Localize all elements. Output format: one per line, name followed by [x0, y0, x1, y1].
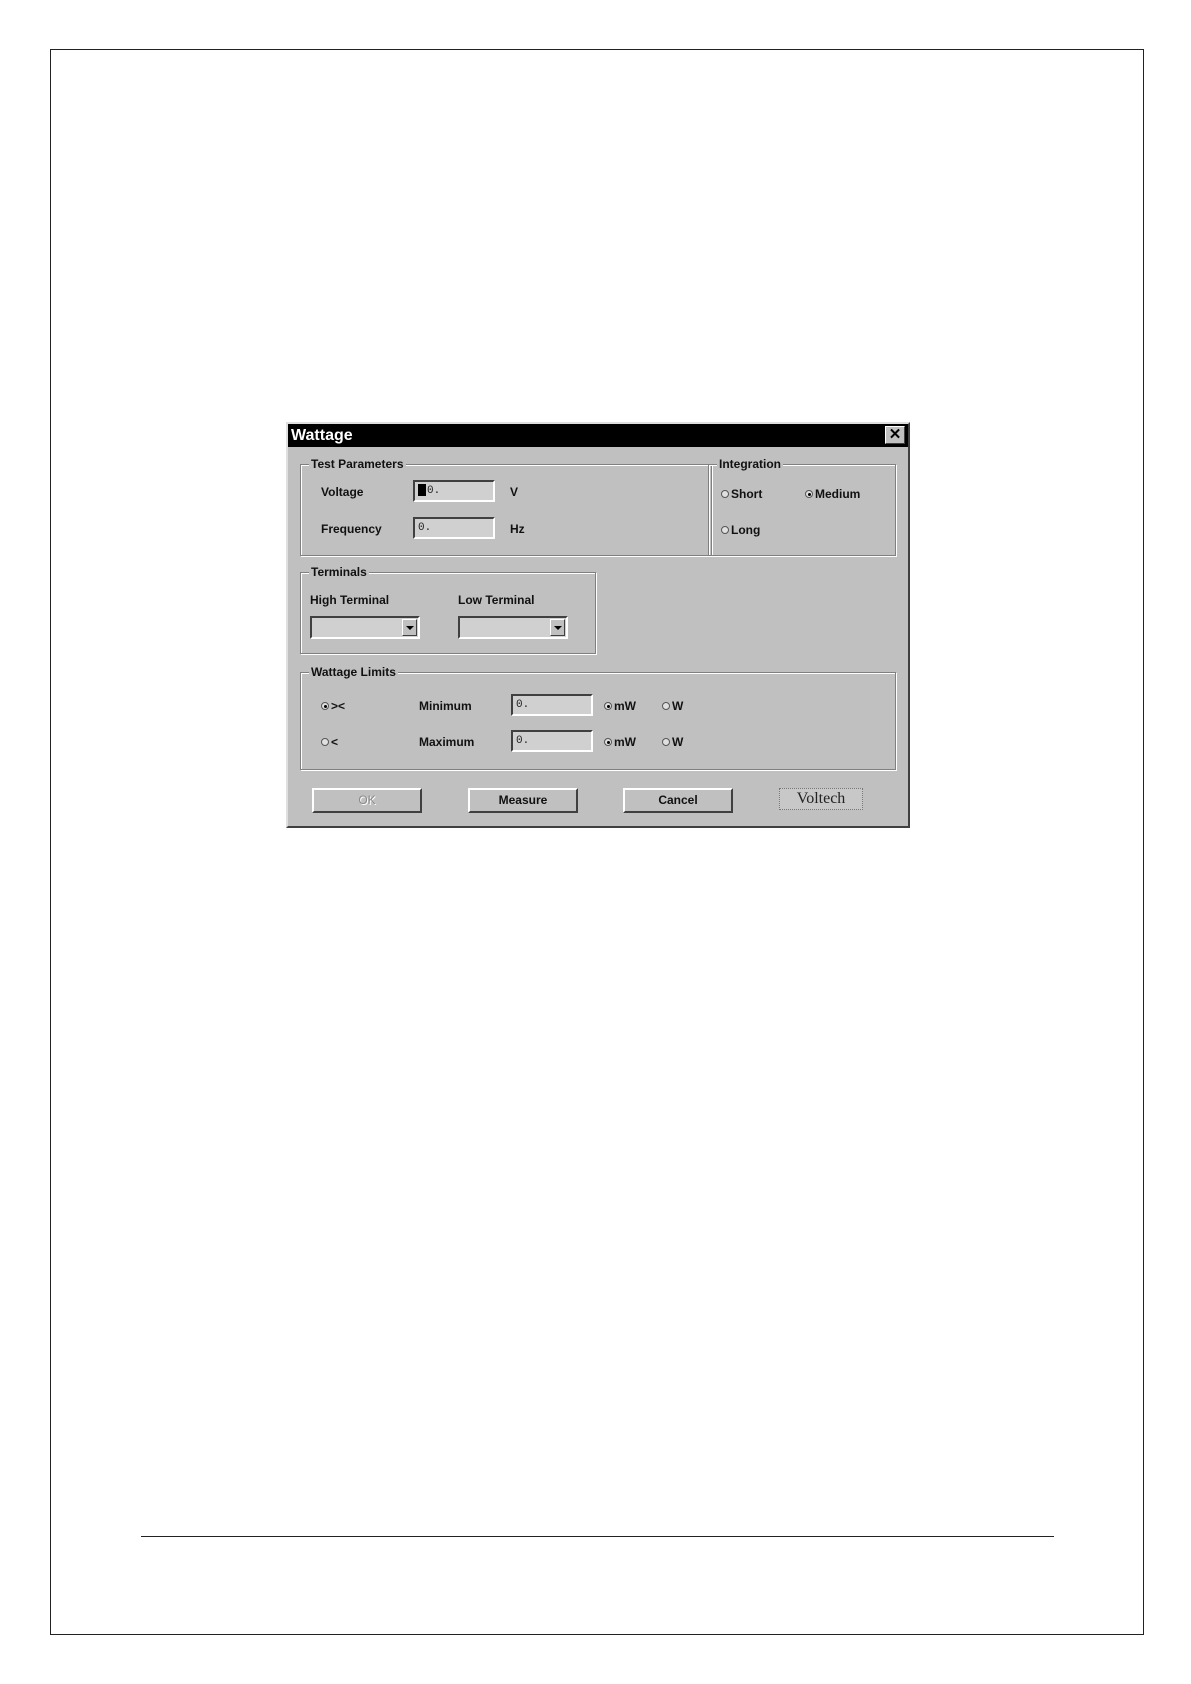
voltage-unit: V: [510, 485, 519, 499]
test-parameters-group: Test Parameters Voltage 0. V Frequency 0…: [300, 457, 712, 556]
close-icon: ✕: [888, 426, 902, 443]
maximum-unit-w-radio[interactable]: W: [662, 735, 683, 749]
integration-long-radio[interactable]: Long: [721, 523, 760, 537]
radio-selected-icon: [604, 738, 612, 746]
minimum-label: Minimum: [419, 699, 472, 713]
maximum-unit-mw-label: mW: [614, 735, 636, 749]
radio-selected-icon: [805, 490, 813, 498]
radio-circle-icon: [721, 526, 729, 534]
frequency-label: Frequency: [321, 522, 382, 536]
radio-circle-icon: [721, 490, 729, 498]
terminals-legend: Terminals: [309, 565, 369, 579]
chevron-down-icon[interactable]: [550, 619, 565, 636]
measure-button[interactable]: Measure: [468, 788, 578, 813]
high-terminal-select[interactable]: [310, 616, 420, 639]
close-button[interactable]: ✕: [885, 426, 905, 444]
chevron-down-icon[interactable]: [402, 619, 417, 636]
limit-mode-less-label: <: [331, 735, 339, 749]
integration-short-label: Short: [731, 487, 763, 501]
radio-selected-icon: [321, 702, 329, 710]
test-parameters-legend: Test Parameters: [309, 457, 406, 471]
integration-group: Integration Short Medium Long: [708, 457, 896, 556]
page-border: [50, 49, 1144, 1635]
frequency-unit: Hz: [510, 522, 525, 536]
wattage-dialog: Wattage ✕ Test Parameters Voltage 0. V F…: [286, 422, 910, 828]
terminals-group: Terminals High Terminal Low Terminal: [300, 565, 596, 654]
frequency-input[interactable]: 0.: [413, 517, 495, 539]
voltage-label: Voltage: [321, 485, 364, 499]
integration-long-label: Long: [731, 523, 761, 537]
wattage-limits-legend: Wattage Limits: [309, 665, 398, 679]
maximum-unit-mw-radio[interactable]: mW: [604, 735, 636, 749]
minimum-input[interactable]: 0.: [511, 694, 593, 716]
voltech-logo: Voltech: [779, 788, 863, 810]
minimum-unit-w-radio[interactable]: W: [662, 699, 683, 713]
radio-circle-icon: [662, 702, 670, 710]
title-bar[interactable]: Wattage ✕: [288, 424, 908, 447]
low-terminal-label: Low Terminal: [458, 593, 535, 607]
maximum-unit-w-label: W: [672, 735, 684, 749]
voltage-input[interactable]: 0.: [413, 480, 495, 502]
footer-rule: [141, 1536, 1054, 1537]
integration-legend: Integration: [717, 457, 783, 471]
radio-circle-icon: [662, 738, 670, 746]
ok-button[interactable]: OK: [312, 788, 422, 813]
radio-selected-icon: [604, 702, 612, 710]
integration-medium-radio[interactable]: Medium: [805, 487, 860, 501]
integration-medium-label: Medium: [815, 487, 861, 501]
low-terminal-select[interactable]: [458, 616, 568, 639]
maximum-label: Maximum: [419, 735, 475, 749]
integration-short-radio[interactable]: Short: [721, 487, 762, 501]
radio-circle-icon: [321, 738, 329, 746]
cancel-button[interactable]: Cancel: [623, 788, 733, 813]
limit-mode-between-radio[interactable]: ><: [321, 699, 345, 713]
minimum-unit-mw-label: mW: [614, 699, 636, 713]
dialog-title: Wattage: [291, 427, 353, 444]
high-terminal-label: High Terminal: [310, 593, 390, 607]
limit-mode-less-radio[interactable]: <: [321, 735, 338, 749]
limit-mode-between-label: ><: [331, 699, 346, 713]
wattage-limits-group: Wattage Limits >< Minimum 0. mW W < Maxi…: [300, 665, 896, 770]
minimum-unit-mw-radio[interactable]: mW: [604, 699, 636, 713]
maximum-input[interactable]: 0.: [511, 730, 593, 752]
minimum-unit-w-label: W: [672, 699, 684, 713]
